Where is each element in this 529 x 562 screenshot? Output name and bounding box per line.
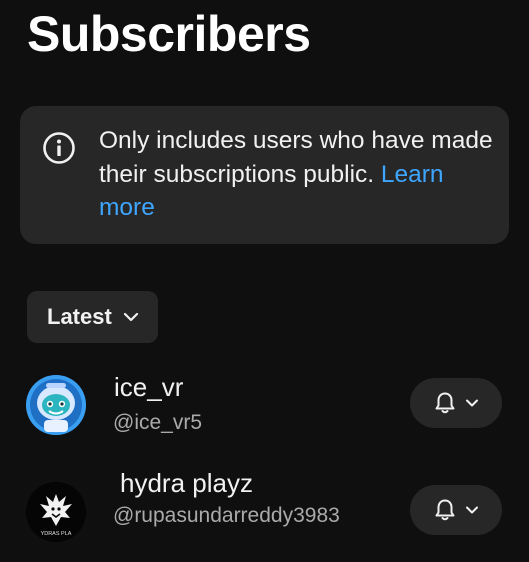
- chevron-down-icon: [466, 399, 478, 407]
- bell-icon: [435, 392, 455, 414]
- subscriber-row[interactable]: ice_vr @ice_vr5: [0, 360, 529, 460]
- bell-icon: [435, 499, 455, 521]
- sort-dropdown[interactable]: Latest: [27, 291, 158, 343]
- channel-name[interactable]: ice_vr: [114, 372, 183, 403]
- channel-handle: @ice_vr5: [113, 411, 203, 434]
- avatar-caption: YDRAS PLA: [41, 531, 72, 537]
- hydra-logo-avatar-icon[interactable]: YDRAS PLA: [26, 482, 86, 542]
- notification-bell-button[interactable]: [410, 378, 502, 428]
- subscriber-row[interactable]: YDRAS PLA hydra playz @rupasundarreddy39…: [0, 462, 529, 562]
- page-title: Subscribers: [27, 6, 311, 62]
- notice-text: Only includes users who have made their …: [99, 124, 499, 225]
- channel-name[interactable]: hydra playz: [120, 468, 253, 499]
- chevron-down-icon: [123, 312, 138, 322]
- chevron-down-icon: [466, 506, 478, 514]
- notification-bell-button[interactable]: [410, 485, 502, 535]
- sort-label: Latest: [47, 304, 112, 329]
- info-icon: [43, 132, 75, 164]
- astronaut-avatar-icon[interactable]: [26, 375, 86, 435]
- channel-handle: @rupasundarreddy3983: [113, 504, 340, 527]
- info-notice: Only includes users who have made their …: [20, 106, 509, 244]
